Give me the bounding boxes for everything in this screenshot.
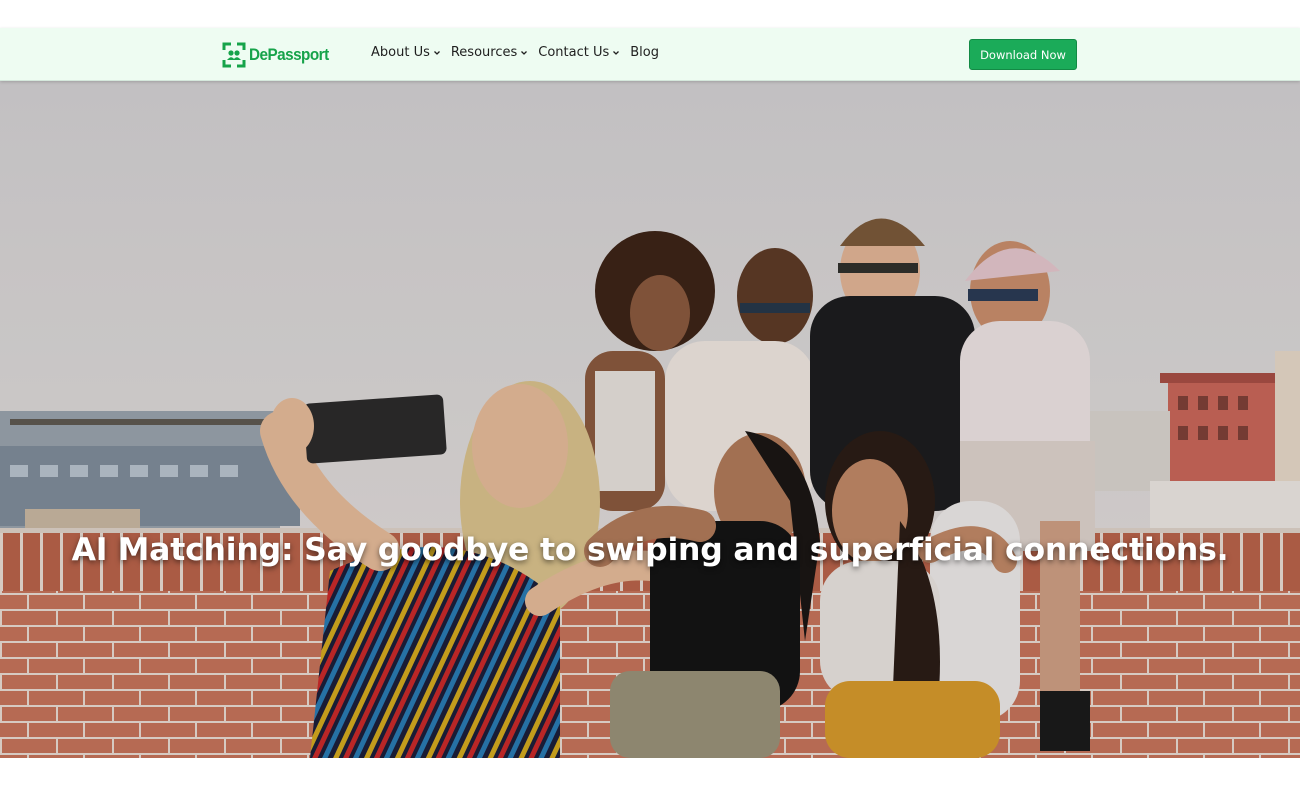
page-bottom-spacer bbox=[0, 758, 1300, 788]
top-spacer bbox=[0, 0, 1300, 28]
nav-item-label: About Us bbox=[371, 45, 430, 60]
passport-frame-icon bbox=[222, 42, 246, 68]
nav-item-contact-us[interactable]: Contact Us bbox=[538, 45, 620, 60]
nav-item-label: Blog bbox=[630, 45, 659, 60]
nav-item-label: Contact Us bbox=[538, 45, 610, 60]
brand-logo[interactable]: DePassport bbox=[222, 41, 337, 69]
hero-title: AI Matching: Say goodbye to swiping and … bbox=[71, 532, 1229, 568]
nav-item-label: Resources bbox=[450, 45, 518, 60]
nav-item-resources[interactable]: Resources bbox=[451, 45, 528, 60]
brand-name: DePassport bbox=[249, 45, 329, 64]
nav-item-blog[interactable]: Blog bbox=[630, 45, 659, 60]
chevron-down-icon bbox=[433, 50, 440, 55]
chevron-down-icon bbox=[521, 50, 528, 55]
hero-banner: AI Matching: Say goodbye to swiping and … bbox=[0, 81, 1300, 758]
download-now-button[interactable]: Download Now bbox=[969, 39, 1077, 70]
chevron-down-icon bbox=[613, 50, 620, 55]
nav-item-about-us[interactable]: About Us bbox=[371, 45, 441, 60]
site-header: DePassport About Us Resources Contact Us… bbox=[0, 28, 1300, 81]
group-selfie-photo bbox=[0, 81, 1300, 758]
main-nav: About Us Resources Contact Us Blog bbox=[371, 45, 669, 60]
